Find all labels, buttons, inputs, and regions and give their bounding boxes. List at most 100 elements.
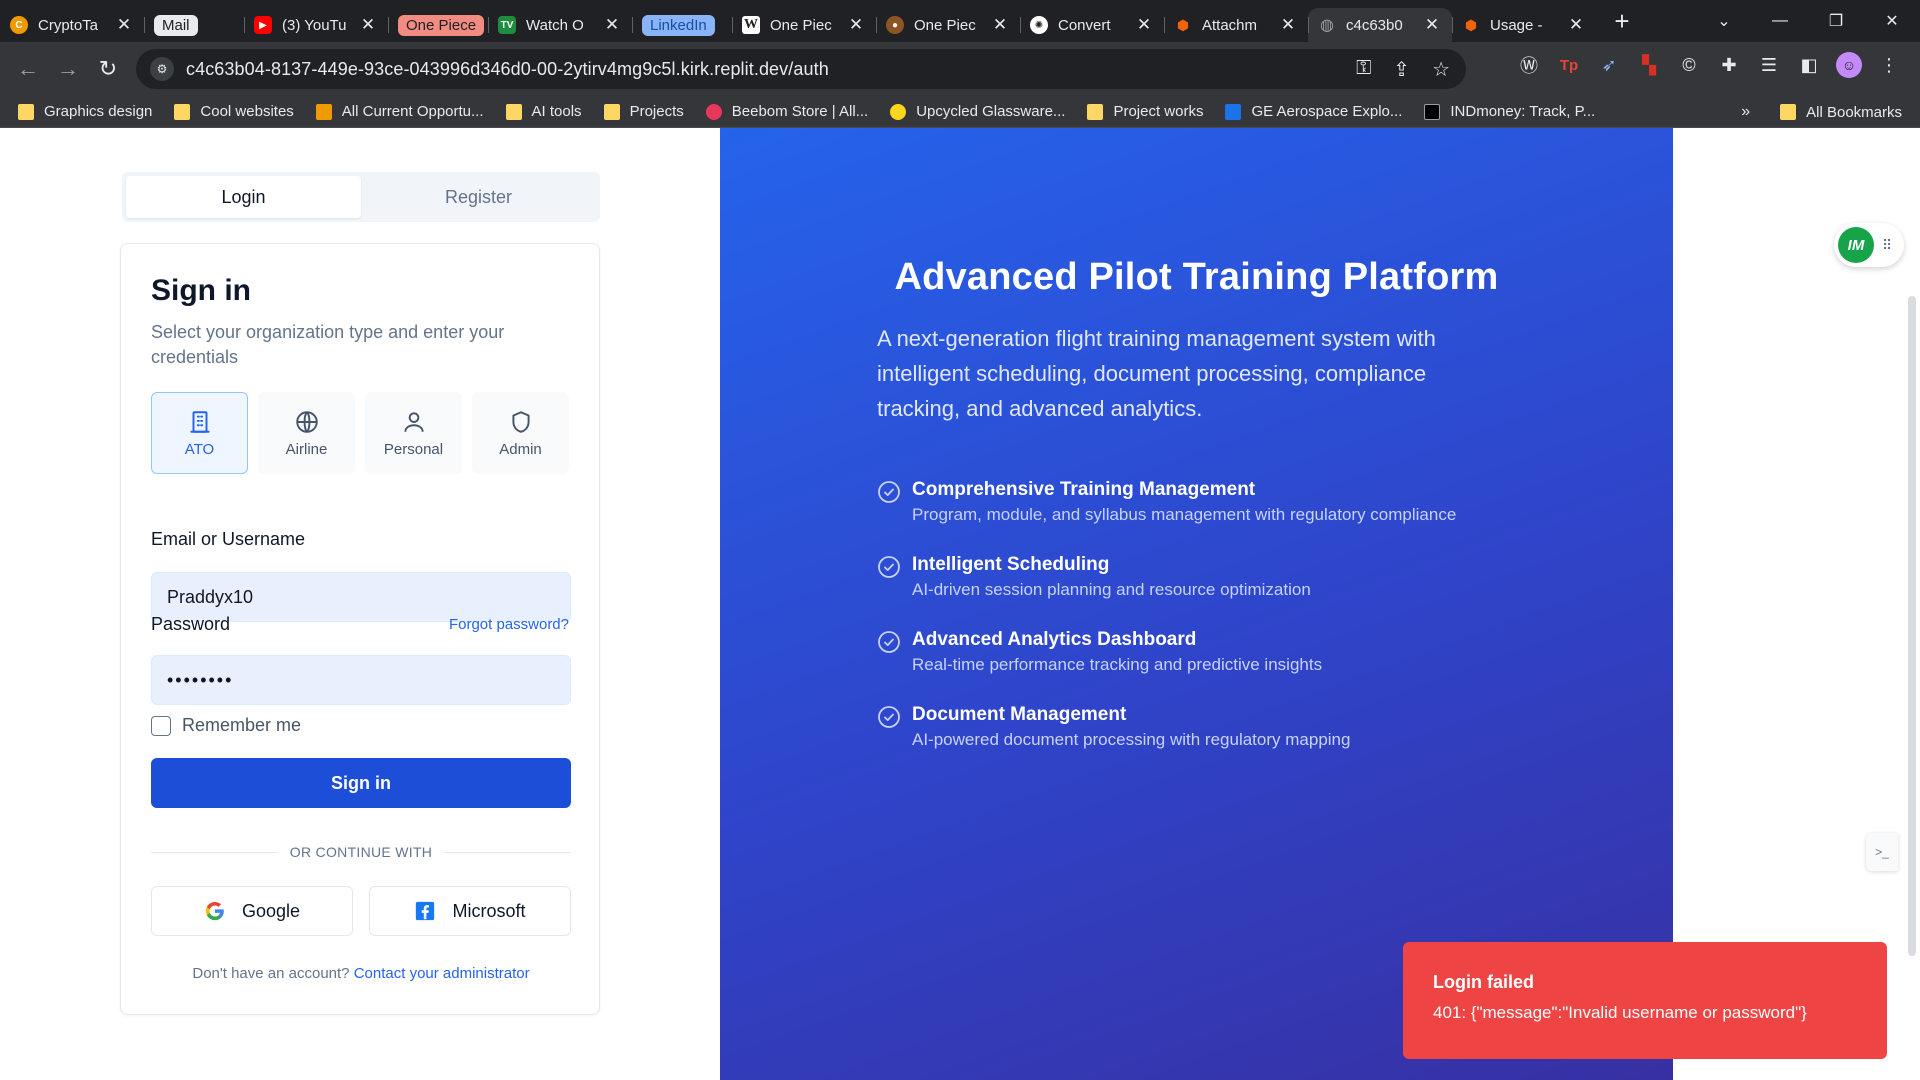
check-circle-icon — [878, 706, 900, 728]
close-window-icon[interactable]: ✕ — [1864, 11, 1920, 31]
extension-grid-icon[interactable]: ▚ — [1636, 52, 1662, 78]
google-label: Google — [241, 900, 301, 921]
bookmark-item[interactable]: Projects — [603, 103, 684, 120]
tab-label: CryptoTa — [38, 16, 99, 34]
replit-icon: ⬢ — [1176, 16, 1190, 33]
google-icon — [204, 900, 226, 922]
restore-icon[interactable]: ❐ — [1808, 11, 1864, 31]
bookmark-item[interactable]: Beebom Store | All... — [705, 103, 868, 120]
tab-label: (3) YouTu — [282, 16, 347, 34]
side-panel-icon[interactable]: ◧ — [1796, 52, 1822, 78]
sign-in-button[interactable]: Sign in — [151, 758, 571, 808]
all-bookmarks[interactable]: All Bookmarks — [1780, 104, 1902, 121]
key-icon[interactable]: ⚿ — [1356, 57, 1371, 82]
extension-w-icon[interactable]: Ⓦ — [1516, 52, 1542, 78]
bookmark-item[interactable]: Project works — [1087, 103, 1203, 120]
browser-tab[interactable]: ⬢ Usage - ✕ — [1452, 8, 1596, 42]
close-icon[interactable]: ✕ — [358, 15, 378, 35]
close-icon[interactable]: ✕ — [602, 15, 622, 35]
extension-rocket-icon[interactable]: ➶ — [1596, 52, 1622, 78]
reload-icon[interactable]: ↻ — [88, 56, 128, 82]
tab-group-label: One Piece — [398, 14, 485, 36]
browser-tab-active[interactable]: ◍ c4c63b0 ✕ — [1308, 8, 1452, 42]
bookmark-item[interactable]: Cool websites — [174, 103, 294, 120]
share-icon[interactable]: ⇪ — [1393, 57, 1410, 82]
org-type-admin[interactable]: Admin — [472, 392, 569, 474]
org-type-selector: ATO Airline Personal Admin — [151, 392, 569, 474]
browser-tab[interactable]: TV Watch O ✕ — [488, 8, 632, 42]
profile-avatar[interactable]: ☺ — [1836, 52, 1862, 78]
bookmarks-overflow-icon[interactable]: » — [1741, 103, 1750, 121]
forward-icon[interactable]: → — [48, 56, 88, 82]
page-scrollbar[interactable] — [1908, 296, 1916, 956]
new-tab-button[interactable]: + — [1602, 6, 1642, 37]
star-icon[interactable]: ☆ — [1432, 57, 1450, 82]
crypto-favicon-icon: C — [10, 16, 28, 34]
tab-register[interactable]: Register — [361, 176, 596, 218]
browser-tab[interactable]: C CryptoTa ✕ — [0, 8, 144, 42]
org-type-label: Admin — [499, 440, 542, 458]
feature-title: Document Management — [912, 704, 1127, 725]
remember-me-checkbox[interactable] — [151, 715, 171, 736]
site-icon — [890, 103, 907, 120]
site-info-icon[interactable]: ⚙ — [150, 57, 174, 81]
close-icon[interactable]: ✕ — [1422, 15, 1442, 35]
browser-tab-strip: C CryptoTa ✕ Mail ▶ (3) YouTu ✕ One Piec… — [0, 0, 1920, 42]
bookmark-label: Projects — [629, 103, 684, 120]
tab-login[interactable]: Login — [126, 176, 361, 218]
back-icon[interactable]: ← — [8, 56, 48, 82]
globe-icon — [295, 410, 318, 433]
side-collapse-tab[interactable]: >_ — [1866, 833, 1898, 871]
extension-c-icon[interactable]: © — [1676, 52, 1702, 78]
extensions-puzzle-icon[interactable]: ✚ — [1716, 52, 1742, 78]
browser-tab[interactable]: ▶ (3) YouTu ✕ — [244, 8, 388, 42]
bookmark-item[interactable]: AI tools — [505, 103, 582, 120]
org-type-ato[interactable]: ATO — [151, 392, 248, 474]
drag-handle-icon[interactable]: ⠿ — [1882, 237, 1892, 254]
browser-tab[interactable]: ● One Piec ✕ — [876, 8, 1020, 42]
im-floating-widget[interactable]: IM ⠿ — [1834, 223, 1904, 267]
bookmark-item[interactable]: GE Aerospace Explo... — [1225, 103, 1402, 120]
media-queue-icon[interactable]: ☰ — [1756, 52, 1782, 78]
tab-group-label: LinkedIn — [642, 14, 715, 36]
forgot-password-link[interactable]: Forgot password? — [449, 616, 569, 633]
microsoft-sign-in-button[interactable]: Microsoft — [369, 886, 571, 936]
divider: OR CONTINUE WITH — [151, 842, 571, 862]
bookmark-label: Project works — [1113, 103, 1204, 120]
password-field[interactable]: •••••••• — [151, 655, 571, 705]
url-text[interactable]: c4c63b04-8137-449e-93ce-043996d346d0-00-… — [186, 59, 829, 80]
close-icon[interactable]: ✕ — [1566, 15, 1586, 35]
shield-icon — [511, 410, 530, 433]
feature-title: Advanced Analytics Dashboard — [912, 629, 1197, 650]
address-bar[interactable]: ⚙ c4c63b04-8137-449e-93ce-043996d346d0-0… — [136, 49, 1466, 89]
browser-tab[interactable]: LinkedIn — [632, 8, 732, 42]
bookmark-item[interactable]: INDmoney: Track, P... — [1424, 103, 1595, 120]
browser-tab[interactable]: One Piece — [388, 8, 488, 42]
close-icon[interactable]: ✕ — [1278, 15, 1298, 35]
minimize-icon[interactable]: — — [1752, 12, 1808, 30]
remember-me[interactable]: Remember me — [151, 715, 301, 736]
contact-admin-link[interactable]: Contact your administrator — [354, 965, 530, 982]
browser-tab[interactable]: ✺ Convert ✕ — [1020, 8, 1164, 42]
bookmark-item[interactable]: Upcycled Glassware... — [890, 103, 1065, 120]
google-sign-in-button[interactable]: Google — [151, 886, 353, 936]
youtube-icon: ▶ — [254, 16, 272, 34]
menu-kebab-icon[interactable]: ⋮ — [1876, 52, 1902, 78]
microsoft-label: Microsoft — [452, 900, 526, 921]
browser-tab[interactable]: ⬢ Attachm ✕ — [1164, 8, 1308, 42]
bookmark-item[interactable]: Graphics design — [18, 103, 152, 120]
close-icon[interactable]: ✕ — [114, 15, 134, 35]
tv-icon: TV — [498, 16, 516, 34]
browser-tab[interactable]: W One Piec ✕ — [732, 8, 876, 42]
close-icon[interactable]: ✕ — [846, 15, 866, 35]
openai-icon: ✺ — [1030, 16, 1048, 34]
close-icon[interactable]: ✕ — [990, 15, 1010, 35]
tab-label: Watch O — [526, 16, 584, 34]
tab-search-icon[interactable]: ⌄ — [1696, 11, 1752, 31]
close-icon[interactable]: ✕ — [1134, 15, 1154, 35]
extension-tp-icon[interactable]: Tp — [1556, 52, 1582, 78]
bookmark-item[interactable]: All Current Opportu... — [315, 103, 484, 120]
org-type-airline[interactable]: Airline — [258, 392, 355, 474]
org-type-personal[interactable]: Personal — [365, 392, 462, 474]
browser-tab[interactable]: Mail — [144, 8, 244, 42]
